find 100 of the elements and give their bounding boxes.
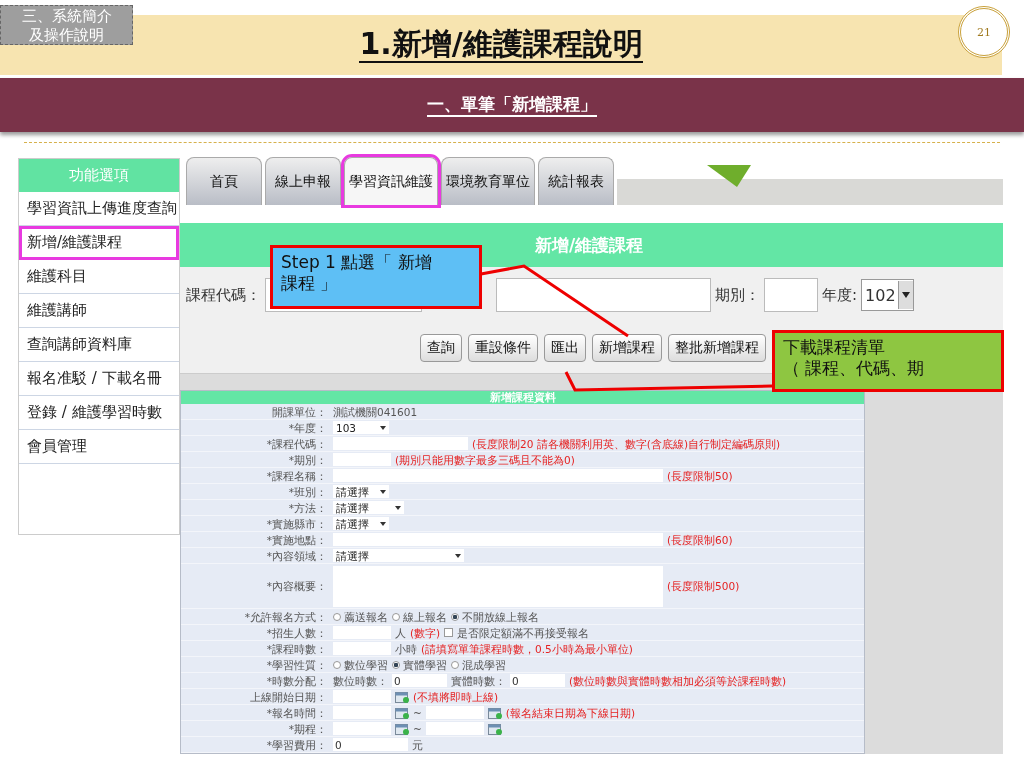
radio-label: 混成學習 <box>462 658 506 671</box>
caret-icon <box>380 489 386 494</box>
caret-icon <box>455 553 461 558</box>
field-label: *內容領域： <box>265 549 328 562</box>
sidebar-header: 功能選項 <box>19 159 179 192</box>
calendar-icon[interactable] <box>395 706 409 719</box>
field-label: 開課單位： <box>271 405 328 418</box>
field-label: *年度： <box>287 421 328 434</box>
sidebar-item[interactable]: 維護講師 <box>19 294 179 328</box>
field-value: 實體時數： <box>451 674 506 687</box>
input-field[interactable]: 0 <box>333 738 408 751</box>
radio-button[interactable] <box>333 660 341 669</box>
hint-text: (長度限制50) <box>667 469 733 482</box>
calendar-icon[interactable] <box>487 722 502 735</box>
tab[interactable]: 學習資訊維護 <box>344 157 438 205</box>
radio-button[interactable] <box>392 612 400 621</box>
section-tag: 三、系統簡介 及操作說明 <box>0 5 133 45</box>
select-field[interactable]: 請選擇 <box>333 549 464 562</box>
radio-label: 線上報名 <box>403 610 447 623</box>
hint-text: (數字) <box>410 626 441 639</box>
hint-text: (不填將即時上線) <box>413 690 499 703</box>
text-area[interactable] <box>333 565 663 607</box>
field-label: *課程時數： <box>265 642 328 655</box>
triangle-decoration <box>707 165 751 187</box>
input-field[interactable] <box>333 626 391 639</box>
input-field[interactable] <box>333 437 468 450</box>
sidebar-item[interactable]: 報名准駁 / 下載名冊 <box>19 362 179 396</box>
field-label: *時數分配： <box>265 674 328 687</box>
callout-tooltip: 下載課程清單 （ 課程、代碼、期 <box>772 330 1004 392</box>
date-field[interactable] <box>425 722 484 735</box>
page-number: 21 <box>958 6 1010 58</box>
input-field[interactable]: 0 <box>392 674 447 687</box>
caret-icon <box>380 425 386 430</box>
field-label: *允許報名方式： <box>243 610 328 623</box>
field-label: *學習性質： <box>265 658 328 671</box>
sidebar-item[interactable]: 維護科目 <box>19 260 179 294</box>
radio-button[interactable] <box>392 660 400 669</box>
sidebar-item[interactable]: 查詢講師資料庫 <box>19 328 179 362</box>
hint-text: (請填寫單筆課程時數，0.5小時為最小單位) <box>421 642 633 655</box>
date-field[interactable] <box>333 706 391 719</box>
form-title: 新增課程資料 <box>181 391 864 404</box>
radio-label: 數位學習 <box>344 658 388 671</box>
date-field[interactable] <box>333 690 391 703</box>
input-field[interactable] <box>333 453 391 466</box>
input-field[interactable] <box>333 642 391 655</box>
field-label: 上線開始日期： <box>249 690 328 703</box>
hint-text: (長度限制500) <box>667 580 740 592</box>
field-label: *方法： <box>287 501 328 514</box>
radio-label: 實體學習 <box>403 658 447 671</box>
field-label: 課程代碼： <box>186 285 261 305</box>
hint-text: (期別只能用數字最多三碼且不能為0) <box>395 453 575 466</box>
field-label: *招生人數： <box>265 626 328 639</box>
tab[interactable]: 線上申報 <box>265 157 341 205</box>
action-button[interactable]: 新增課程 <box>592 334 662 362</box>
checkbox-label: 是否限定額滿不再接受報名 <box>457 626 590 639</box>
date-field[interactable] <box>425 706 484 719</box>
tab[interactable]: 首頁 <box>186 157 262 205</box>
input-field[interactable]: 0 <box>510 674 565 687</box>
tab[interactable]: 環境教育單位 <box>441 157 535 205</box>
sidebar-item[interactable]: 學習資訊上傳進度查詢 <box>19 192 179 226</box>
radio-button[interactable] <box>333 612 341 621</box>
sidebar-item[interactable]: 登錄 / 維護學習時數 <box>19 396 179 430</box>
action-button[interactable]: 重設條件 <box>468 334 538 362</box>
checkbox[interactable] <box>444 628 454 637</box>
field-value: 小時 <box>395 642 417 655</box>
input-field[interactable] <box>496 278 711 312</box>
field-label: *實施縣市： <box>265 517 328 530</box>
callout-tooltip: Step 1 點選「 新增 課程 」 <box>270 245 482 309</box>
field-label: 年度: <box>822 285 858 305</box>
field-label: 期別： <box>715 285 760 305</box>
field-label: *報名時間： <box>265 706 328 719</box>
input-field[interactable] <box>333 533 663 546</box>
calendar-icon[interactable] <box>487 706 502 719</box>
slide-subtitle: 一、單筆「新增課程」 <box>427 92 597 118</box>
select-field[interactable]: 請選擇 <box>333 501 404 514</box>
action-button[interactable]: 整批新增課程 <box>668 334 766 362</box>
hint-text: (長度限制60) <box>667 533 733 546</box>
radio-button[interactable] <box>451 660 459 669</box>
panel-title: 新增/維護課程 <box>535 233 644 257</box>
hint-text: (報名結束日期為下線日期) <box>505 706 635 719</box>
input-field[interactable] <box>764 278 818 312</box>
radio-label: 薦送報名 <box>344 610 388 623</box>
action-button[interactable]: 匯出 <box>544 334 586 362</box>
radio-button[interactable] <box>451 612 459 621</box>
field-label: *期程： <box>287 722 328 735</box>
date-field[interactable] <box>333 722 391 735</box>
select-field[interactable]: 102 <box>861 279 914 311</box>
tab[interactable]: 統計報表 <box>538 157 614 205</box>
calendar-icon[interactable] <box>395 722 409 735</box>
sidebar-item[interactable]: 新增/維護課程 <box>19 226 179 260</box>
input-field[interactable] <box>333 469 663 482</box>
select-field[interactable]: 請選擇 <box>333 517 389 530</box>
select-field[interactable]: 103 <box>333 421 389 434</box>
calendar-icon[interactable] <box>395 690 409 703</box>
action-button[interactable]: 查詢 <box>420 334 462 362</box>
select-field[interactable]: 請選擇 <box>333 485 389 498</box>
field-label: *內容概要： <box>265 580 328 592</box>
field-value: 數位時數： <box>333 674 388 687</box>
field-label: *期別： <box>287 453 328 466</box>
sidebar-item[interactable]: 會員管理 <box>19 430 179 464</box>
